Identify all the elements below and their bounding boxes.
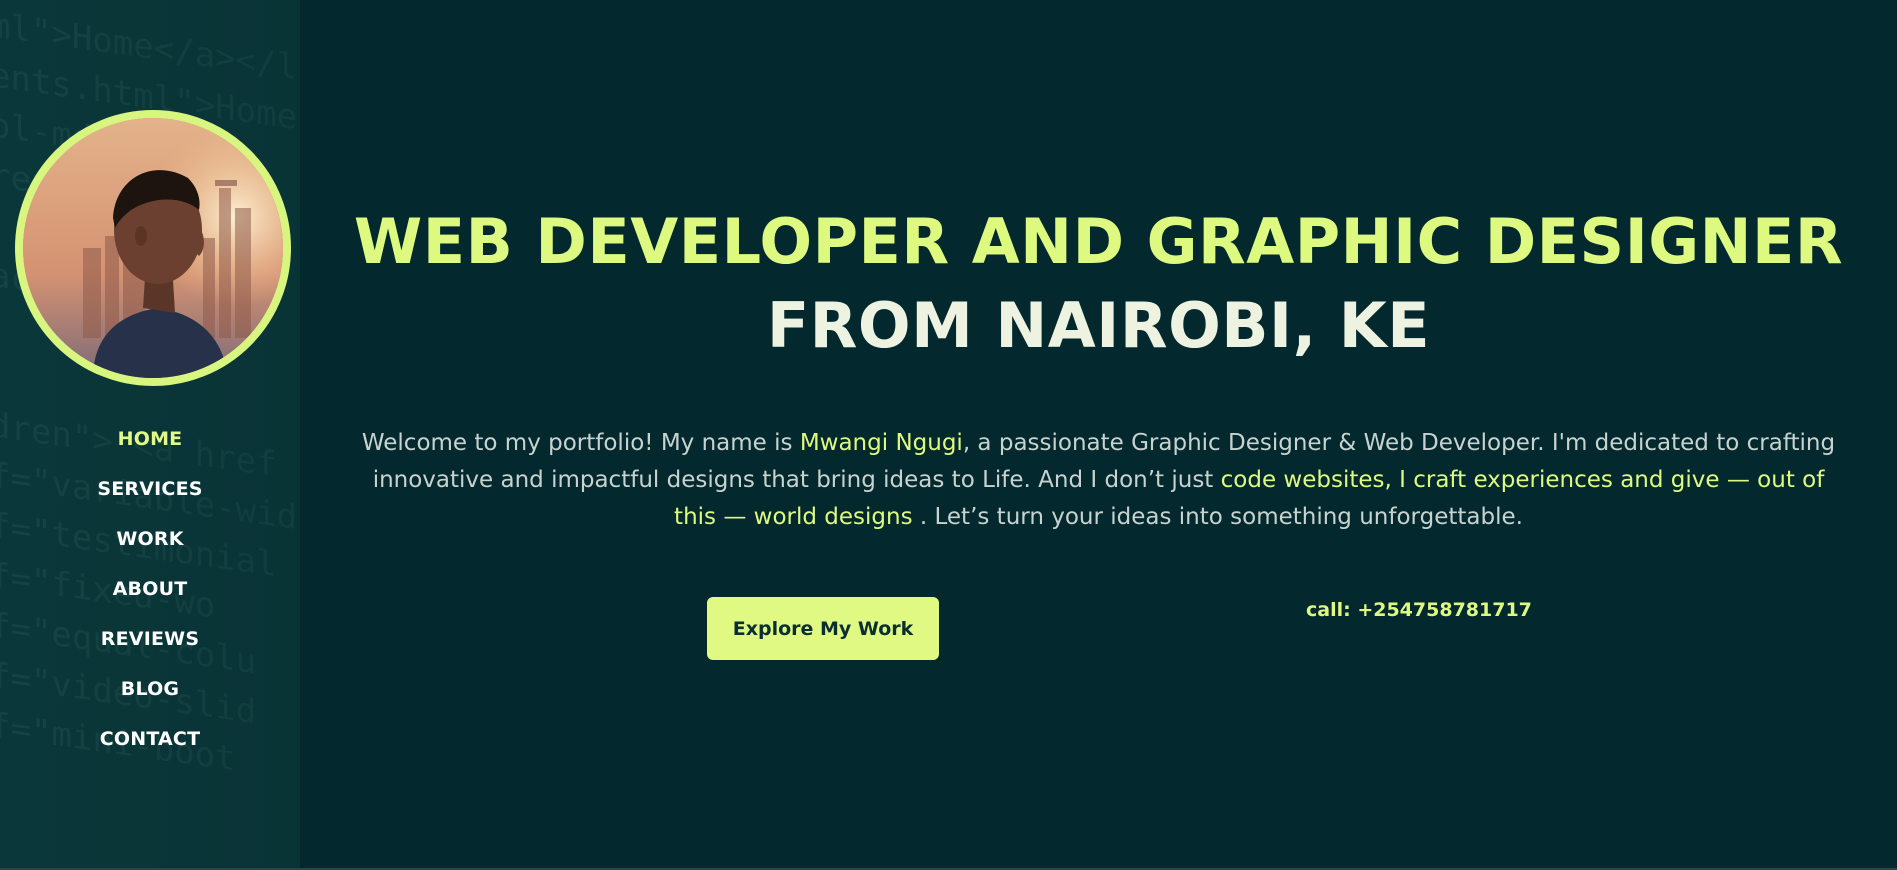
intro-paragraph: Welcome to my portfolio! My name is Mwan…: [355, 425, 1842, 536]
nav-item-services[interactable]: SERVICES: [0, 474, 300, 524]
explore-work-button[interactable]: Explore My Work: [707, 597, 939, 660]
sidebar-nav: HOME SERVICES WORK ABOUT REVIEWS BLOG CONTACT: [0, 424, 300, 774]
hero-headline: WEB DEVELOPER AND GRAPHIC DESIGNER FROM …: [300, 200, 1897, 368]
call-link[interactable]: call: +254758781717: [1306, 599, 1532, 621]
nav-item-contact[interactable]: CONTACT: [0, 724, 300, 774]
intro-name: Mwangi Ngugi: [799, 430, 963, 456]
headline-line-1: WEB DEVELOPER AND GRAPHIC DESIGNER: [353, 205, 1844, 278]
nav-item-reviews[interactable]: REVIEWS: [0, 624, 300, 674]
intro-text: Welcome to my portfolio! My name is: [361, 430, 800, 456]
sidebar: ml">Home</a></lents.html">Homeol-md-3"><…: [0, 0, 300, 868]
avatar: [15, 110, 291, 386]
nav-item-home[interactable]: HOME: [0, 424, 300, 474]
nav-item-blog[interactable]: BLOG: [0, 674, 300, 724]
nav-item-work[interactable]: WORK: [0, 524, 300, 574]
main-content: WEB DEVELOPER AND GRAPHIC DESIGNER FROM …: [300, 0, 1897, 868]
profile-photo: [23, 118, 283, 378]
nav-item-about[interactable]: ABOUT: [0, 574, 300, 624]
headline-line-2: FROM NAIROBI, KE: [766, 289, 1431, 362]
intro-text: . Let’s turn your ideas into something u…: [912, 504, 1523, 530]
